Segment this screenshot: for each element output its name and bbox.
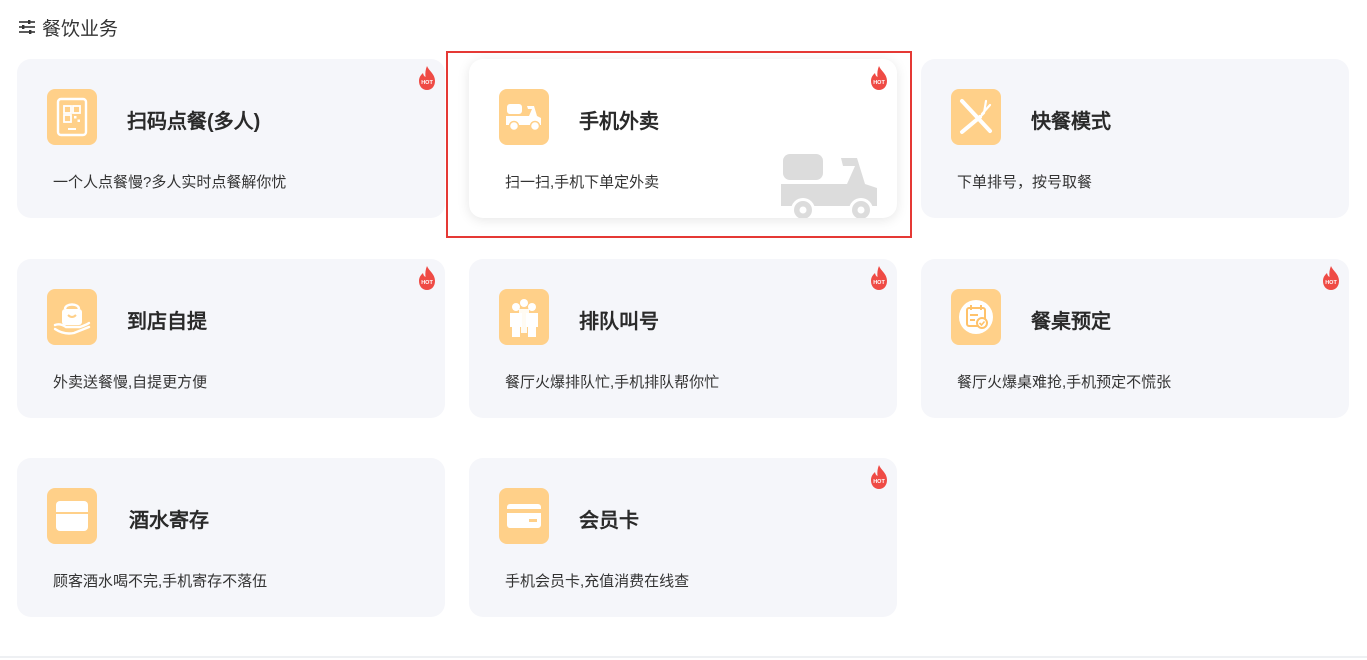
- card-title: 餐桌预定: [1031, 311, 1111, 333]
- card-title: 到店自提: [127, 311, 207, 333]
- scooter-icon: [499, 89, 549, 145]
- section-header: 餐饮业务: [18, 14, 118, 40]
- hot-flame-icon: HOT: [867, 265, 891, 291]
- scooter-watermark-icon: [781, 154, 877, 218]
- hot-flame-icon: HOT: [867, 65, 891, 91]
- svg-text:HOT: HOT: [421, 80, 433, 86]
- svg-text:HOT: HOT: [1325, 280, 1337, 286]
- card-desc: 餐厅火爆桌难抢,手机预定不慌张: [957, 374, 1172, 391]
- card-title: 会员卡: [579, 510, 639, 532]
- card-drinks-storage[interactable]: 酒水寄存 顾客酒水喝不完,手机寄存不落伍: [17, 458, 445, 617]
- section-title: 餐饮业务: [42, 18, 119, 40]
- card-store-pickup[interactable]: 到店自提 外卖送餐慢,自提更方便 HOT: [17, 259, 445, 418]
- storage-box-icon: [47, 488, 97, 544]
- svg-text:HOT: HOT: [873, 280, 885, 286]
- calendar-check-icon: [951, 289, 1001, 345]
- card-mobile-delivery[interactable]: 手机外卖 扫一扫,手机下单定外卖 HOT: [469, 59, 897, 218]
- hand-bag-icon: [47, 289, 97, 345]
- sliders-icon: [19, 20, 35, 34]
- divider: [0, 656, 1367, 658]
- hot-flame-icon: HOT: [415, 65, 439, 91]
- qr-tablet-icon: [47, 89, 97, 145]
- card-title: 排队叫号: [579, 311, 659, 333]
- card-table-reservation[interactable]: 餐桌预定 餐厅火爆桌难抢,手机预定不慌张 HOT: [921, 259, 1349, 418]
- card-title: 酒水寄存: [129, 510, 209, 532]
- card-queue-call[interactable]: 排队叫号 餐厅火爆排队忙,手机排队帮你忙 HOT: [469, 259, 897, 418]
- card-scan-order[interactable]: 扫码点餐(多人) 一个人点餐慢?多人实时点餐解你忧 HOT: [17, 59, 445, 218]
- people-queue-icon: [499, 289, 549, 345]
- card-desc: 手机会员卡,充值消费在线查: [505, 573, 690, 590]
- card-desc: 扫一扫,手机下单定外卖: [505, 174, 660, 191]
- card-membership[interactable]: 会员卡 手机会员卡,充值消费在线查 HOT: [469, 458, 897, 617]
- card-title: 快餐模式: [1031, 111, 1111, 133]
- hot-flame-icon: HOT: [1319, 265, 1343, 291]
- hot-flame-icon: HOT: [867, 464, 891, 490]
- card-desc: 顾客酒水喝不完,手机寄存不落伍: [53, 573, 268, 590]
- svg-text:HOT: HOT: [421, 280, 433, 286]
- card-title: 手机外卖: [579, 111, 659, 133]
- hot-flame-icon: HOT: [415, 265, 439, 291]
- svg-text:HOT: HOT: [873, 479, 885, 485]
- svg-text:HOT: HOT: [873, 80, 885, 86]
- card-desc: 下单排号，按号取餐: [957, 174, 1093, 191]
- member-card-icon: [499, 488, 549, 544]
- fork-knife-icon: [951, 89, 1001, 145]
- card-title: 扫码点餐(多人): [127, 111, 261, 133]
- card-desc: 外卖送餐慢,自提更方便: [53, 374, 208, 391]
- card-fast-food[interactable]: 快餐模式 下单排号，按号取餐: [921, 59, 1349, 218]
- card-desc: 一个人点餐慢?多人实时点餐解你忧: [53, 174, 287, 191]
- card-desc: 餐厅火爆排队忙,手机排队帮你忙: [505, 374, 720, 391]
